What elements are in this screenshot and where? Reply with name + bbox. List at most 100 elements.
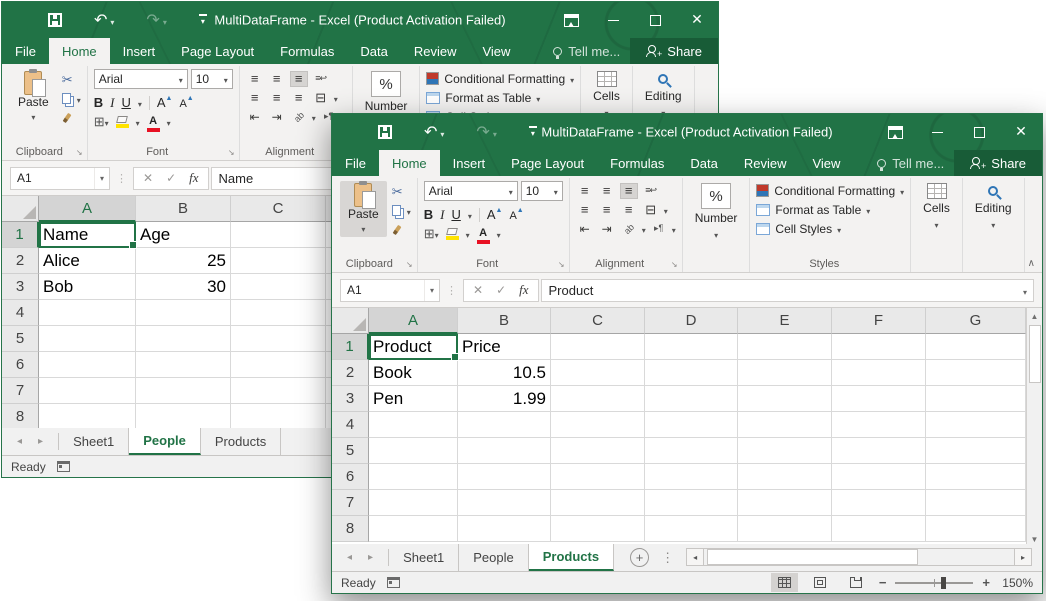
cell[interactable] xyxy=(458,412,551,438)
name-box[interactable]: A1 xyxy=(340,279,440,302)
cell[interactable]: 1.99 xyxy=(458,386,551,412)
ribbon-display-options-button[interactable] xyxy=(550,2,592,38)
align-top-button[interactable] xyxy=(576,183,594,199)
text-direction-button[interactable] xyxy=(650,221,668,237)
cell[interactable] xyxy=(738,412,832,438)
tell-me-box[interactable]: Tell me... xyxy=(543,38,630,64)
bold-button[interactable]: B xyxy=(94,95,103,110)
cell[interactable] xyxy=(458,516,551,542)
tab-review[interactable]: Review xyxy=(731,150,800,176)
sheet-tab-sheet1[interactable]: Sheet1 xyxy=(389,544,459,571)
font-size-combo[interactable]: 10 xyxy=(521,181,563,201)
row-header-4[interactable]: 4 xyxy=(2,300,39,326)
column-header-C[interactable]: C xyxy=(551,308,645,334)
macro-record-icon[interactable] xyxy=(387,577,400,588)
zoom-slider[interactable] xyxy=(895,582,973,584)
save-button[interactable] xyxy=(378,125,392,139)
cell[interactable] xyxy=(136,352,231,378)
align-top-button[interactable] xyxy=(246,71,264,87)
cell[interactable] xyxy=(926,438,1026,464)
scroll-down-icon[interactable] xyxy=(1027,528,1042,544)
enter-button[interactable]: ✓ xyxy=(166,171,176,185)
increase-indent-button[interactable] xyxy=(268,109,286,125)
cell[interactable] xyxy=(369,412,458,438)
wrap-text-button[interactable] xyxy=(642,183,660,199)
next-sheet-icon[interactable] xyxy=(38,436,43,447)
undo-button[interactable] xyxy=(94,10,114,30)
cell[interactable] xyxy=(369,464,458,490)
cell[interactable] xyxy=(551,334,645,360)
tab-review[interactable]: Review xyxy=(401,38,470,64)
scrollbar-thumb[interactable] xyxy=(1029,325,1041,383)
column-header-A[interactable]: A xyxy=(39,196,136,222)
cell[interactable] xyxy=(738,516,832,542)
enter-button[interactable]: ✓ xyxy=(496,283,506,297)
cell[interactable] xyxy=(551,360,645,386)
align-center-button[interactable] xyxy=(268,90,286,106)
format-painter-button[interactable] xyxy=(392,222,411,237)
cell[interactable] xyxy=(738,386,832,412)
cell[interactable] xyxy=(136,404,231,428)
selected-cell[interactable]: Name xyxy=(39,222,136,248)
tab-formulas[interactable]: Formulas xyxy=(597,150,677,176)
sheet-tab-products[interactable]: Products xyxy=(529,544,614,571)
undo-button[interactable] xyxy=(424,122,444,142)
cell[interactable]: 25 xyxy=(136,248,231,274)
fill-color-button[interactable] xyxy=(446,228,459,240)
row-header-8[interactable]: 8 xyxy=(332,516,369,542)
sheet-tab-sheet1[interactable]: Sheet1 xyxy=(59,428,129,455)
merge-center-button[interactable] xyxy=(642,202,660,218)
share-button[interactable]: Share xyxy=(630,38,718,64)
tab-page-layout[interactable]: Page Layout xyxy=(498,150,597,176)
tab-home[interactable]: Home xyxy=(379,150,440,176)
tab-formulas[interactable]: Formulas xyxy=(267,38,347,64)
zoom-out-button[interactable]: − xyxy=(879,575,887,590)
prev-sheet-icon[interactable] xyxy=(17,436,22,447)
align-middle-button[interactable] xyxy=(268,71,286,87)
cell[interactable] xyxy=(231,248,326,274)
cell[interactable] xyxy=(551,438,645,464)
cell[interactable] xyxy=(39,352,136,378)
cell[interactable] xyxy=(39,300,136,326)
macro-record-icon[interactable] xyxy=(57,461,70,472)
next-sheet-icon[interactable] xyxy=(368,552,373,563)
cancel-button[interactable]: ✕ xyxy=(473,283,483,297)
tab-data[interactable]: Data xyxy=(347,38,400,64)
cell[interactable] xyxy=(645,360,738,386)
tab-insert[interactable]: Insert xyxy=(440,150,499,176)
dialog-launcher-icon[interactable] xyxy=(74,147,85,158)
cell[interactable] xyxy=(369,438,458,464)
customize-qat-button[interactable] xyxy=(199,14,207,26)
paste-button[interactable]: Paste xyxy=(340,181,387,237)
cut-button[interactable] xyxy=(392,184,411,199)
tab-view[interactable]: View xyxy=(799,150,853,176)
cell[interactable] xyxy=(369,490,458,516)
cell[interactable] xyxy=(551,516,645,542)
new-sheet-button[interactable] xyxy=(630,548,649,567)
tab-page-layout[interactable]: Page Layout xyxy=(168,38,267,64)
tab-view[interactable]: View xyxy=(469,38,523,64)
cell[interactable] xyxy=(369,516,458,542)
maximize-button[interactable] xyxy=(634,2,676,38)
align-bottom-button[interactable] xyxy=(290,71,308,87)
row-header-4[interactable]: 4 xyxy=(332,412,369,438)
format-as-table-button[interactable]: Format as Table xyxy=(756,200,904,219)
cell[interactable] xyxy=(926,516,1026,542)
name-box[interactable]: A1 xyxy=(10,167,110,190)
customize-qat-button[interactable] xyxy=(529,126,537,138)
decrease-font-button[interactable]: ▲ xyxy=(179,95,193,110)
insert-function-button[interactable]: fx xyxy=(519,282,528,298)
column-header-C[interactable]: C xyxy=(231,196,326,222)
cut-button[interactable] xyxy=(62,72,81,87)
dialog-launcher-icon[interactable] xyxy=(404,259,415,270)
underline-button[interactable]: U xyxy=(451,207,460,222)
format-as-table-button[interactable]: Format as Table xyxy=(426,88,574,107)
decrease-indent-button[interactable] xyxy=(246,109,264,125)
conditional-formatting-button[interactable]: Conditional Formatting xyxy=(756,181,904,200)
cell[interactable] xyxy=(832,490,926,516)
cell[interactable] xyxy=(738,490,832,516)
font-name-combo[interactable]: Arial xyxy=(424,181,518,201)
row-header-7[interactable]: 7 xyxy=(332,490,369,516)
column-header-G[interactable]: G xyxy=(926,308,1026,334)
expand-formula-bar-icon[interactable] xyxy=(1017,283,1033,298)
